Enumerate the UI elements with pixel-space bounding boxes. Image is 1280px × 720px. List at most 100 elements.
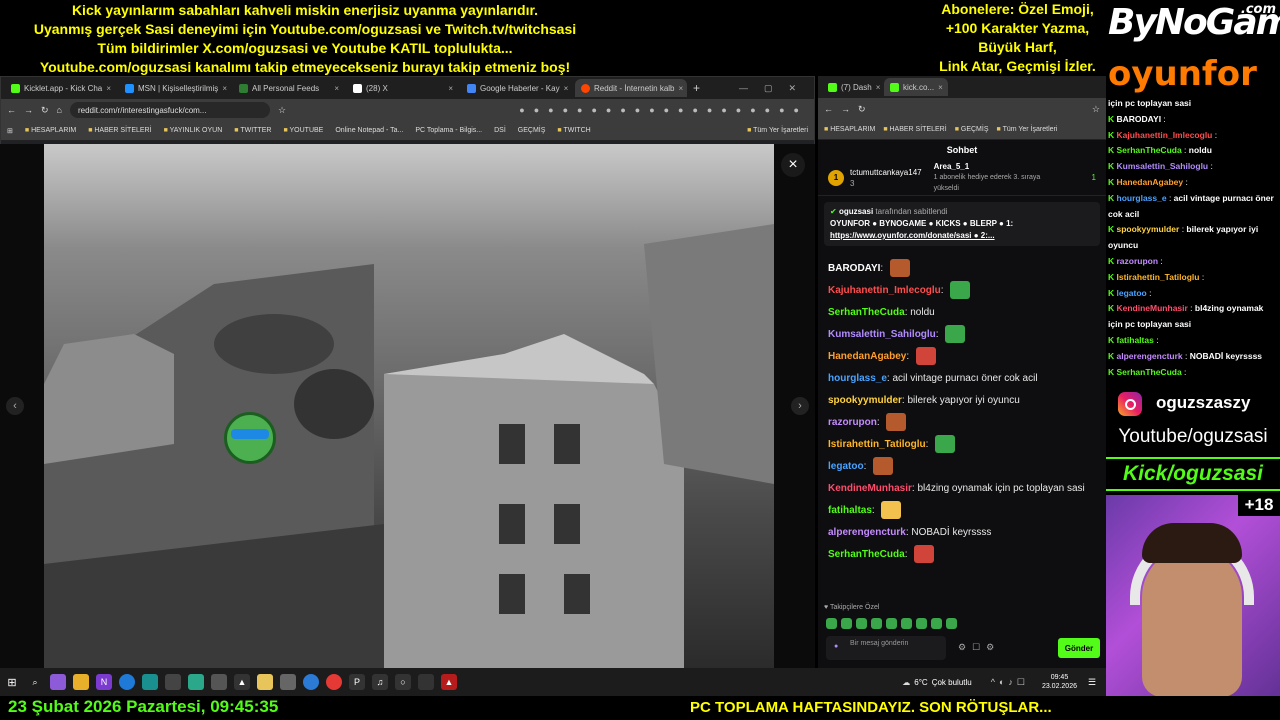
new-tab-icon[interactable]: + [693,81,700,95]
reload-icon[interactable]: ↻ [858,104,866,115]
chat-username[interactable]: alperengencturk [828,527,906,538]
app-icon[interactable]: P [349,674,365,690]
edge-icon[interactable] [119,674,135,690]
emote-icon[interactable] [946,618,957,629]
close-icon[interactable]: × [679,84,684,93]
all-bookmarks[interactable]: ■ Tüm Yer İşaretleri [747,127,808,134]
bookmark-folder[interactable]: ■ HESAPLARIM [25,127,76,134]
star-icon[interactable]: ☆ [1092,104,1100,115]
browser-tab[interactable]: Google Haberler - Kay × [461,79,573,97]
chat-username[interactable]: Istirahettin_Tatiloglu [828,439,926,450]
browser-tab[interactable]: (7) Dash × [822,78,882,96]
browser-tab[interactable]: (28) X × [347,79,459,97]
app-icon[interactable] [418,674,434,690]
weather-widget[interactable]: ☁ 6°C Çok bulutlu [902,678,971,687]
close-icon[interactable]: × [222,84,227,93]
chat-username[interactable]: BARODAYI [828,263,880,274]
back-icon[interactable]: ← [7,105,16,115]
top-gifter[interactable]: tctumuttcankaya147 3 [850,167,922,189]
next-image-button[interactable]: › [791,397,809,415]
close-icon[interactable]: × [106,84,111,93]
bookmark-folder[interactable]: ■ HABER SİTELERİ [883,126,946,133]
chat-username[interactable]: KendineMunhasir [828,483,912,494]
window-controls[interactable]: —▢✕ [739,83,814,94]
chat-username[interactable]: Kajuhanettin_Imlecoglu [828,285,941,296]
browser-tab[interactable]: MSN | Kişiselleştirilmiş × [119,79,231,97]
onenote-icon[interactable]: N [96,674,112,690]
bookmark-folder[interactable]: ■ HABER SİTELERİ [88,127,151,134]
chat-username[interactable]: legatoo [828,461,864,472]
app-icon[interactable] [280,674,296,690]
app-icon[interactable] [188,674,204,690]
bookmark-link[interactable]: Online Notepad - Ta... [335,127,403,134]
emote-icon[interactable] [826,618,837,629]
star-icon[interactable]: ☆ [278,105,286,116]
browser-tab[interactable]: Kicklet.app - Kick Cha × [5,79,117,97]
chat-username[interactable]: SerhanTheCuda [828,549,905,560]
chat-username[interactable]: spookyymulder [828,395,902,406]
bookmark-folder[interactable]: ■ YOUTUBE [283,127,323,134]
emote-icon[interactable] [931,618,942,629]
chat-username[interactable]: SerhanTheCuda [828,307,905,318]
bookmark-link[interactable]: GEÇMİŞ [518,127,546,134]
close-icon[interactable]: × [876,83,881,92]
browser-tab-active[interactable]: kick.co... × [884,78,948,96]
back-icon[interactable]: ← [824,104,833,114]
chat-username[interactable]: razorupon [828,417,877,428]
app-icon[interactable] [142,674,158,690]
notification-icon[interactable]: ☰ [1084,674,1100,690]
emote-icon[interactable] [841,618,852,629]
app-icon[interactable]: ○ [395,674,411,690]
bookmark-link[interactable]: DSİ [494,127,506,134]
bookmark-folder[interactable]: ■ TWITCH [557,127,590,134]
bookmark-folder[interactable]: ■ TWITTER [234,127,271,134]
chat-username[interactable]: HanedanAgabey [828,351,906,362]
emote-icon[interactable] [856,618,867,629]
close-icon[interactable]: × [564,84,569,93]
emote-icon[interactable] [901,618,912,629]
app-icon[interactable] [50,674,66,690]
close-viewer-button[interactable]: × [781,153,805,177]
tray-icons[interactable]: ^◐♪☐ [991,677,1029,688]
forward-icon[interactable]: → [24,105,33,115]
app-icon[interactable] [165,674,181,690]
chat-username[interactable]: hourglass_e [828,373,887,384]
browser-tab-active[interactable]: Reddit - İnternetin kalb × [575,79,687,97]
file-explorer-icon[interactable] [73,674,89,690]
chat-username[interactable]: fatihaltas [828,505,872,516]
extension-icons[interactable]: ●●●●●●●●●●●●●●●●●●●● [519,105,808,115]
bookmark-folder[interactable]: ■ HESAPLARIM [824,126,875,133]
close-icon[interactable]: × [938,83,943,92]
reload-icon[interactable]: ↻ [41,105,49,116]
app-icon[interactable]: ▲ [441,674,457,690]
browser-tab[interactable]: All Personal Feeds × [233,79,345,97]
address-bar[interactable]: reddit.com/r/interestingasfuck/com... [69,102,270,118]
clock[interactable]: 09:45 23.02.2026 [1042,673,1077,691]
bookmark-folder[interactable]: ■ Tüm Yer İşaretleri [997,126,1058,133]
emote-icon[interactable] [916,618,927,629]
chat-tool-icons[interactable]: ⚙☐⚙ [958,642,1000,653]
chrome-icon[interactable] [326,674,342,690]
pinned-link[interactable]: https://www.oyunfor.com/donate/sasi ● 2:… [830,230,1094,242]
previous-image-button[interactable]: ‹ [6,397,24,415]
close-icon[interactable]: × [448,84,453,93]
forward-icon[interactable]: → [841,104,850,114]
close-icon[interactable]: × [334,84,339,93]
app-icon[interactable]: ♫ [372,674,388,690]
home-icon[interactable]: ⌂ [57,105,62,115]
chat-username[interactable]: Kumsalettin_Sahiloglu [828,329,936,340]
mic-icon[interactable]: ● [834,642,838,651]
send-button[interactable]: Gönder [1058,638,1100,658]
chat-input[interactable]: ● Bir mesaj gönderin [826,636,946,660]
app-icon[interactable]: ▲ [234,674,250,690]
apps-icon[interactable]: ⊞ [7,127,13,135]
bookmark-folder[interactable]: ■ GEÇMİŞ [955,126,989,133]
emote-icon[interactable] [886,618,897,629]
notes-icon[interactable] [257,674,273,690]
bookmark-link[interactable]: PC Toplama - Bilgis... [415,127,482,134]
bookmark-folder[interactable]: ■ YAYINLIK OYUN [164,127,223,134]
app-icon[interactable] [303,674,319,690]
windows-start-icon[interactable]: ⊞ [4,674,20,690]
emote-bar[interactable] [826,618,957,629]
search-icon[interactable]: ⌕ [27,674,43,690]
